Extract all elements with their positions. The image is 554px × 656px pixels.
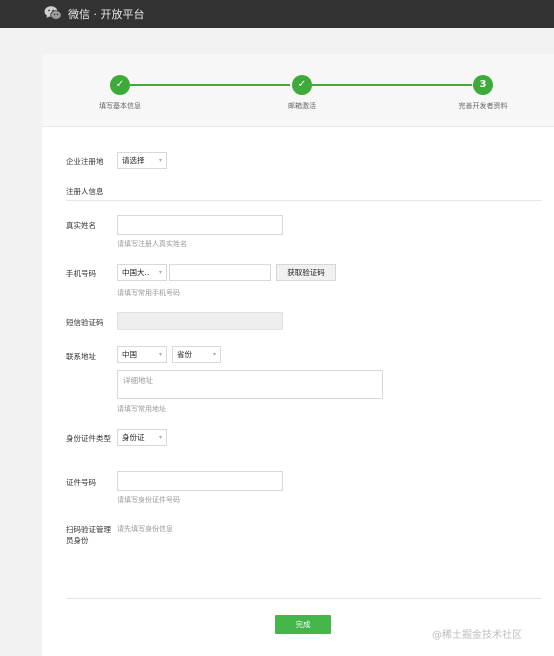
step-connector-2 xyxy=(312,84,472,86)
step-3-label: 完善开发者资料 xyxy=(458,102,508,110)
address-hint: 请填写常用地址 xyxy=(117,405,166,413)
step-2-check-icon: ✓ xyxy=(292,75,312,95)
region-select-value: 请选择 xyxy=(122,156,145,165)
wechat-logo-icon xyxy=(44,6,62,20)
section-title: 注册人信息 xyxy=(66,187,104,196)
address-country-value: 中国 xyxy=(122,350,137,359)
step-1-check-icon: ✓ xyxy=(110,75,130,95)
address-province-select[interactable]: 省份 ▾ xyxy=(172,346,221,363)
address-country-select[interactable]: 中国 ▾ xyxy=(117,346,167,363)
scan-verify-hint: 请先填写身份信息 xyxy=(117,525,173,533)
top-bar: 微信 · 开放平台 xyxy=(0,0,554,28)
name-input[interactable] xyxy=(117,215,283,235)
phone-country-select[interactable]: 中国大.. ▾ xyxy=(117,264,167,281)
brand-title: 微信 · 开放平台 xyxy=(68,8,145,21)
chevron-down-icon: ▾ xyxy=(158,269,162,276)
sms-code-input[interactable] xyxy=(117,312,283,330)
step-2-label: 邮箱激活 xyxy=(288,102,316,110)
id-type-select[interactable]: 身份证 ▾ xyxy=(117,429,167,446)
name-hint: 请填写注册人真实姓名 xyxy=(117,240,187,248)
id-number-hint: 请填写身份证件号码 xyxy=(117,496,180,504)
name-label: 真实姓名 xyxy=(66,221,96,230)
registration-panel: ✓ ✓ 3 填写基本信息 邮箱激活 完善开发者资料 企业注册地 请选择 ▾ 注册人… xyxy=(42,54,554,656)
id-number-label: 证件号码 xyxy=(66,478,96,487)
progress-steps: ✓ ✓ 3 填写基本信息 邮箱激活 完善开发者资料 xyxy=(42,54,554,127)
id-type-value: 身份证 xyxy=(122,433,145,442)
chevron-down-icon: ▾ xyxy=(158,157,162,164)
get-code-button[interactable]: 获取验证码 xyxy=(276,264,336,281)
address-label: 联系地址 xyxy=(66,352,96,361)
chevron-down-icon: ▾ xyxy=(212,351,216,358)
scan-verify-label: 扫码验证管理员身份 xyxy=(66,525,111,545)
region-select[interactable]: 请选择 ▾ xyxy=(117,152,167,169)
footer-divider xyxy=(66,598,542,599)
address-province-value: 省份 xyxy=(177,350,192,359)
phone-input[interactable] xyxy=(169,264,271,281)
step-connector-1 xyxy=(130,84,290,86)
phone-hint: 请填写常用手机号码 xyxy=(117,289,180,297)
id-number-input[interactable] xyxy=(117,471,283,491)
step-1-label: 填写基本信息 xyxy=(99,102,141,110)
address-detail-placeholder: 详细地址 xyxy=(123,376,153,385)
id-type-label: 身份证件类型 xyxy=(66,434,111,443)
sms-label: 短信验证码 xyxy=(66,318,104,327)
section-divider xyxy=(66,200,542,201)
watermark: @稀土掘金技术社区 xyxy=(432,630,522,641)
chevron-down-icon: ▾ xyxy=(158,351,162,358)
step-3-number: 3 xyxy=(473,75,493,95)
submit-button[interactable]: 完成 xyxy=(275,615,331,634)
phone-country-value: 中国大.. xyxy=(122,268,150,277)
address-detail-input[interactable]: 详细地址 xyxy=(117,370,383,399)
chevron-down-icon: ▾ xyxy=(158,434,162,441)
phone-label: 手机号码 xyxy=(66,269,96,278)
region-label: 企业注册地 xyxy=(66,157,104,166)
